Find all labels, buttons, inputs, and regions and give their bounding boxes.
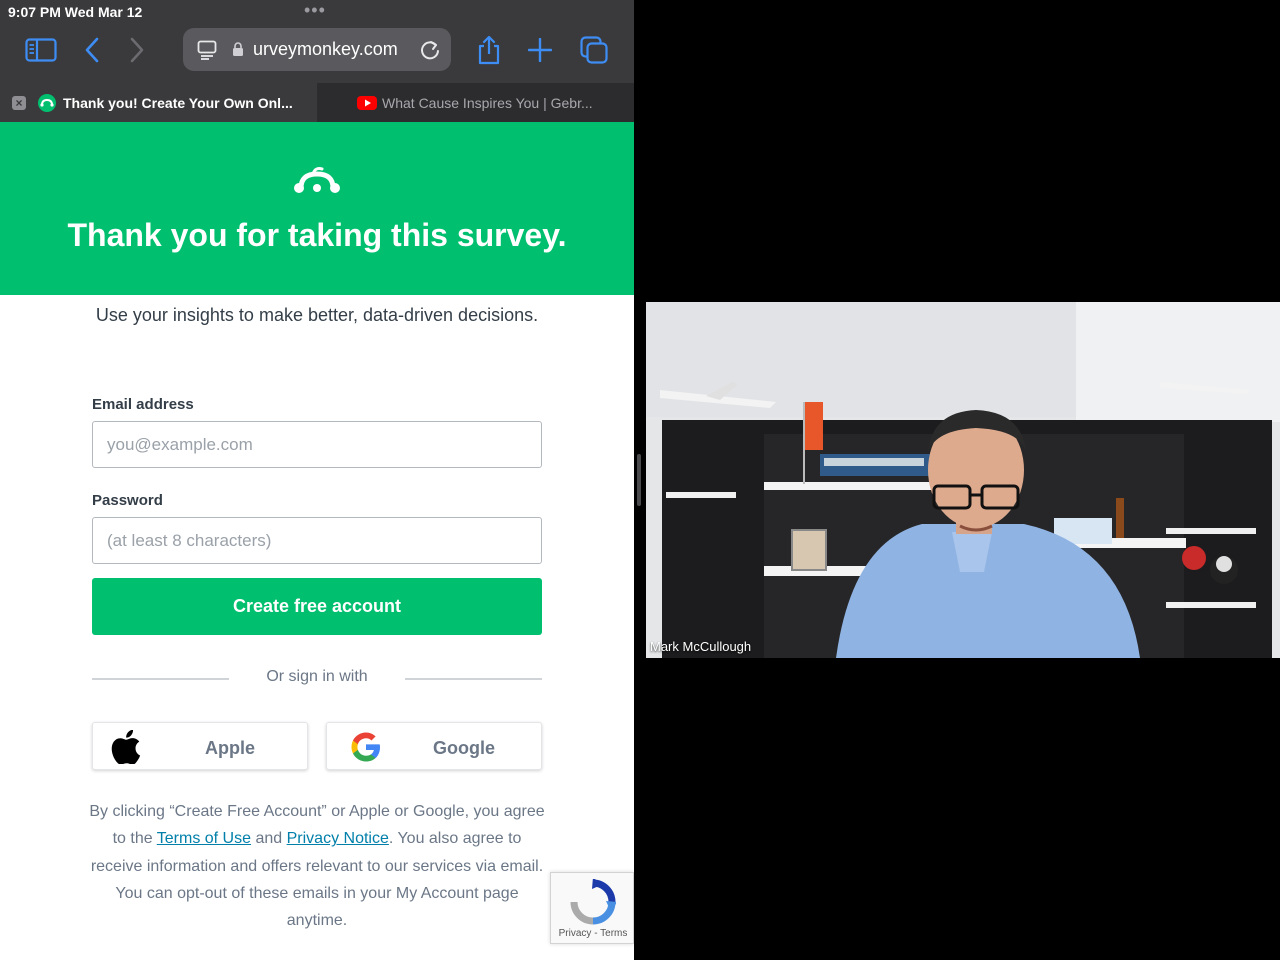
new-tab-icon[interactable] xyxy=(522,32,558,68)
tab-title: Thank you! Create Your Own Onl... xyxy=(63,94,293,111)
password-field[interactable] xyxy=(92,517,542,564)
or-sign-in-text: Or sign in with xyxy=(266,668,368,685)
surveymonkey-favicon-icon xyxy=(38,93,56,112)
apple-sign-in-button[interactable]: Apple xyxy=(92,722,308,770)
tab-surveymonkey[interactable]: × Thank you! Create Your Own Onl... xyxy=(0,83,317,122)
google-logo-icon xyxy=(351,732,381,767)
google-sign-in-button[interactable]: Google xyxy=(326,722,542,770)
recaptcha-icon xyxy=(570,877,618,930)
split-view-handle[interactable] xyxy=(637,454,641,506)
privacy-notice-link[interactable]: Privacy Notice xyxy=(287,830,389,847)
signup-form-area: Use your insights to make better, data-d… xyxy=(0,295,634,960)
page-title: Thank you for taking this survey. xyxy=(67,217,567,253)
divider-left xyxy=(92,678,229,680)
browser-chrome: 9:07 PM Wed Mar 12 ••• urveymonkey.com ×… xyxy=(0,0,634,122)
legal-text: By clicking “Create Free Account” or App… xyxy=(88,798,546,934)
thank-you-hero: Thank you for taking this survey. xyxy=(0,122,634,295)
lock-icon xyxy=(232,42,244,62)
address-bar[interactable]: urveymonkey.com xyxy=(183,28,451,71)
tab-youtube[interactable]: What Cause Inspires You | Gebr... xyxy=(317,83,634,122)
legal-part: and xyxy=(251,830,287,848)
google-label: Google xyxy=(433,738,495,758)
page-menu-icon[interactable] xyxy=(197,40,217,65)
password-label: Password xyxy=(92,492,163,509)
surveymonkey-logo-icon xyxy=(293,166,341,201)
back-icon[interactable] xyxy=(74,32,110,68)
terms-of-use-link[interactable]: Terms of Use xyxy=(157,830,251,847)
sidebar-toggle-icon[interactable] xyxy=(23,32,59,68)
recaptcha-links[interactable]: Privacy - Terms xyxy=(551,928,634,939)
email-field[interactable] xyxy=(92,421,542,468)
video-call-tile: Mark McCullough xyxy=(646,302,1280,658)
participant-name-label: Mark McCullough xyxy=(650,639,752,654)
youtube-favicon-icon xyxy=(357,94,377,112)
safari-window: 9:07 PM Wed Mar 12 ••• urveymonkey.com ×… xyxy=(0,0,634,960)
status-time: 9:07 PM Wed Mar 12 xyxy=(8,4,143,20)
tab-bar: × Thank you! Create Your Own Onl... What… xyxy=(0,83,634,122)
tabs-overview-icon[interactable] xyxy=(576,32,612,68)
multitasking-dots[interactable]: ••• xyxy=(304,0,326,21)
tab-title: What Cause Inspires You | Gebr... xyxy=(382,94,593,111)
close-tab-icon[interactable]: × xyxy=(12,95,26,110)
video-feed-image xyxy=(646,302,1280,658)
url-text[interactable]: urveymonkey.com xyxy=(253,39,398,60)
recaptcha-badge[interactable]: Privacy - Terms xyxy=(550,872,634,944)
forward-icon[interactable] xyxy=(119,32,155,68)
create-account-button[interactable]: Create free account xyxy=(92,578,542,635)
reload-icon[interactable] xyxy=(419,39,441,66)
apple-label: Apple xyxy=(204,738,255,758)
email-label: Email address xyxy=(92,396,194,413)
divider-right xyxy=(405,678,542,680)
apple-logo-icon xyxy=(111,729,141,769)
lead-text: Use your insights to make better, data-d… xyxy=(95,305,539,325)
share-icon[interactable] xyxy=(471,32,507,68)
